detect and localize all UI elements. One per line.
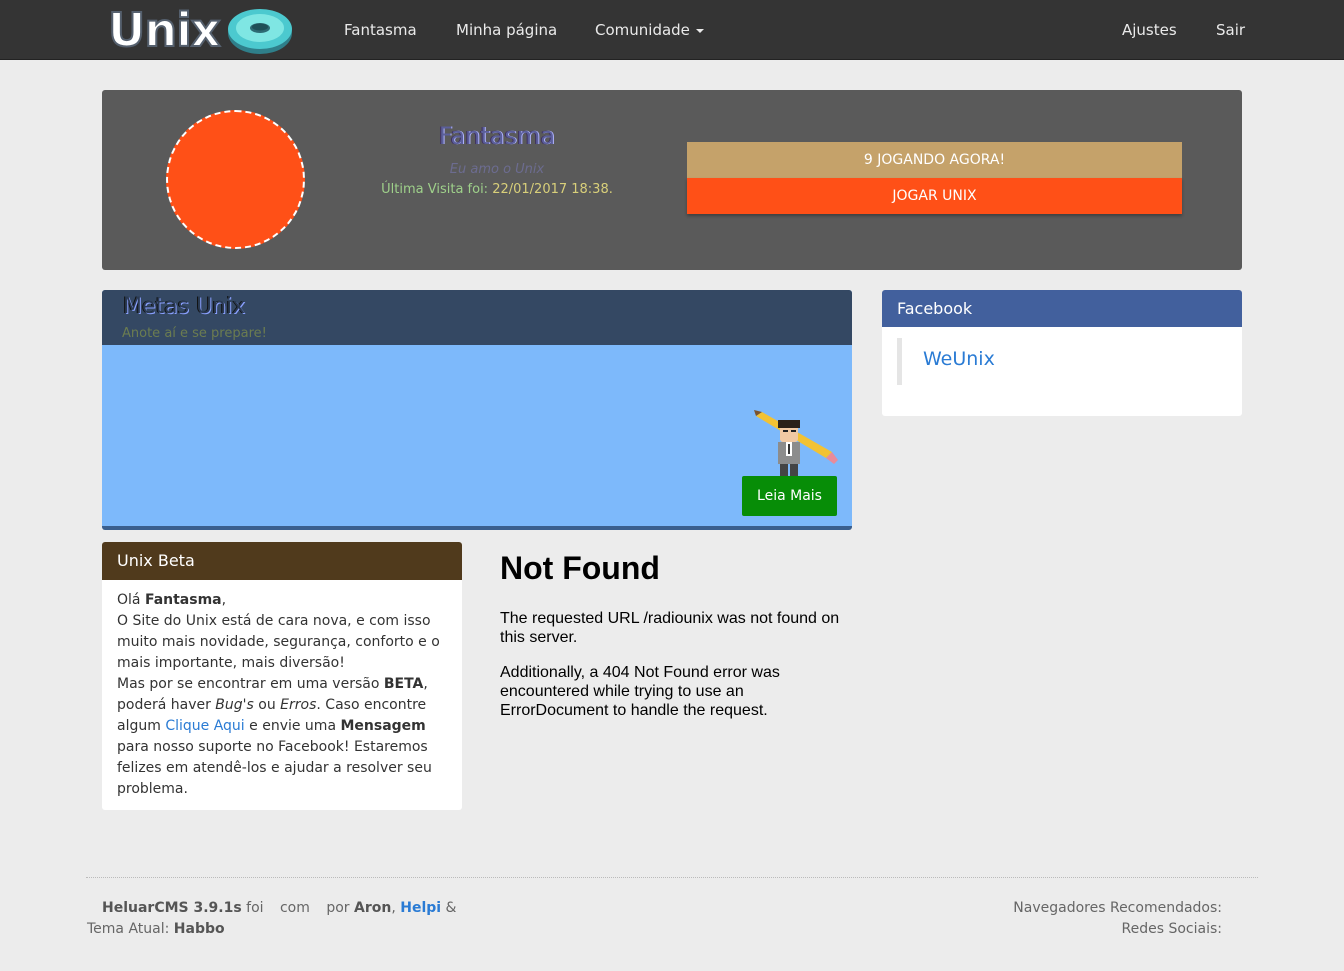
- beta-line2d: e envie uma: [249, 718, 337, 734]
- last-visit-label: Última Visita foi:: [381, 182, 489, 197]
- last-visit-date: 22/01/2017 18:38.: [492, 182, 613, 197]
- errors-word: Erros: [280, 697, 317, 713]
- por-text: por: [326, 900, 350, 916]
- message-word: Mensagem: [340, 718, 426, 734]
- social-networks: Redes Sociais:: [1121, 921, 1222, 937]
- metas-panel: Metas Unix Anote aí e se prepare! Leia M…: [102, 290, 852, 530]
- beta-panel: Unix Beta Olá Fantasma, O Site do Unix e…: [102, 542, 462, 810]
- recommended-browsers: Navegadores Recomendados:: [1013, 900, 1222, 916]
- beta-word: BETA: [383, 676, 424, 692]
- nav-dropdown-community[interactable]: Comunidade: [595, 0, 704, 60]
- nav-link-logout[interactable]: Sair: [1216, 0, 1245, 60]
- profile-panel: Fantasma Eu amo o Unix Última Visita foi…: [102, 90, 1242, 270]
- nav-link-my-page[interactable]: Minha página: [456, 0, 557, 60]
- footer-credits: HeluarCMS 3.9.1s foi com por Aron, Helpi…: [87, 900, 457, 937]
- nav-link-fantasma[interactable]: Fantasma: [344, 0, 417, 60]
- beta-message: Olá Fantasma, O Site do Unix está de car…: [117, 590, 449, 800]
- logo-text: Unix: [107, 2, 222, 58]
- players-online-button[interactable]: 9 JOGANDO AGORA!: [687, 142, 1182, 178]
- author-aron: Aron: [354, 900, 392, 916]
- footer-right: Navegadores Recomendados: Redes Sociais:: [960, 898, 1222, 940]
- foi-text: foi: [246, 900, 264, 916]
- not-found-title: Not Found: [500, 550, 660, 586]
- read-more-button[interactable]: Leia Mais: [742, 476, 837, 516]
- bugs-word: Bug's: [215, 697, 254, 713]
- last-visit: Última Visita foi: 22/01/2017 18:38.: [332, 182, 662, 197]
- beta-line2e: para nosso suporte no Facebook! Estaremo…: [117, 739, 432, 797]
- site-logo[interactable]: Unix: [107, 2, 294, 58]
- nav-link-settings[interactable]: Ajustes: [1122, 0, 1177, 60]
- com-text: com: [279, 900, 310, 916]
- cms-name: HeluarCMS 3.9.1s: [102, 900, 242, 916]
- beta-line1: O Site do Unix está de cara nova, e com …: [117, 613, 440, 671]
- profile-username: Fantasma: [438, 122, 556, 150]
- community-label: Comunidade: [595, 21, 690, 39]
- play-button[interactable]: JOGAR UNIX: [687, 178, 1182, 214]
- click-here-link[interactable]: Clique Aqui: [165, 718, 244, 734]
- donut-logo-icon: [228, 9, 292, 54]
- avatar: [166, 110, 305, 249]
- caret-down-icon: [695, 28, 704, 33]
- greeting-comma: ,: [221, 592, 227, 608]
- profile-motto: Eu amo o Unix: [449, 162, 545, 177]
- habbo-character-with-pencil-icon: [754, 410, 838, 476]
- theme-label: Tema Atual:: [87, 921, 170, 937]
- beta-line2a: Mas por se encontrar em uma versão: [117, 676, 380, 692]
- metas-subtitle: Anote aí e se prepare!: [122, 326, 267, 341]
- or-word: ou: [258, 697, 276, 713]
- greeting-username: Fantasma: [144, 592, 222, 608]
- facebook-page-link[interactable]: WeUnix: [923, 348, 995, 370]
- theme-name: Habbo: [173, 921, 225, 937]
- metas-title: Metas Unix: [123, 294, 246, 319]
- author-helpi-link[interactable]: Helpi: [400, 900, 441, 916]
- not-found-message: The requested URL /radiounix was not fou…: [500, 610, 840, 646]
- beta-header: Unix Beta: [102, 542, 462, 580]
- facebook-panel: Facebook WeUnix: [882, 290, 1242, 416]
- top-navbar: Unix Fantasma Minha página Comunidade Aj…: [0, 0, 1344, 60]
- facebook-header: Facebook: [882, 290, 1242, 327]
- amp-text: &: [445, 900, 457, 916]
- facebook-quote: WeUnix: [897, 338, 1227, 385]
- not-found-detail: Additionally, a 404 Not Found error was …: [500, 664, 780, 719]
- metas-header: Metas Unix Anote aí e se prepare!: [102, 290, 852, 345]
- greeting: Olá: [117, 592, 141, 608]
- footer-divider: [86, 877, 1258, 878]
